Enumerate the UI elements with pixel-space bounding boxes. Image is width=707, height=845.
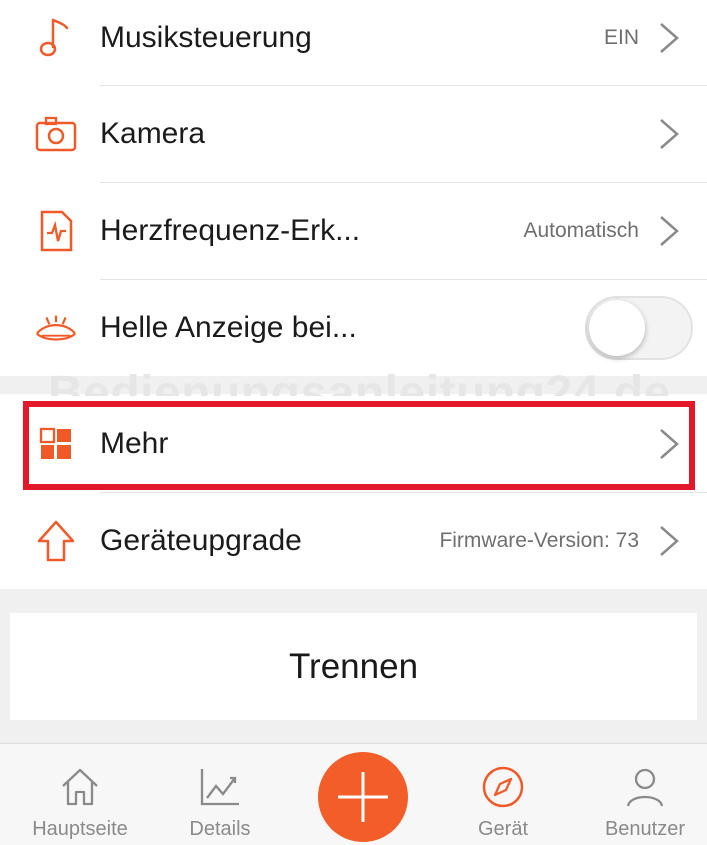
- tab-label: Benutzer: [604, 818, 686, 840]
- tab-details[interactable]: Details: [150, 744, 290, 845]
- camera-icon: [34, 112, 78, 156]
- toggle-knob: [589, 300, 645, 356]
- tab-label: Gerät: [477, 818, 529, 840]
- tab-device[interactable]: Gerät: [433, 744, 573, 845]
- upgrade-arrow-icon: [34, 519, 78, 563]
- plus-icon: [338, 772, 388, 822]
- bright-display-toggle[interactable]: [585, 296, 693, 360]
- highlight-box: [23, 401, 695, 490]
- chevron-right-icon: [660, 216, 679, 246]
- heart-rate-icon: [34, 209, 78, 253]
- tab-home[interactable]: Hauptseite: [10, 744, 150, 845]
- settings-row-bright-display[interactable]: Helle Anzeige bei...: [0, 280, 707, 376]
- music-note-icon: [34, 16, 78, 60]
- home-icon: [62, 768, 98, 806]
- row-label: Helle Anzeige bei...: [100, 311, 357, 344]
- chevron-right-icon: [660, 119, 679, 149]
- disconnect-button[interactable]: Trennen: [10, 613, 697, 720]
- row-label: Musiksteuerung: [100, 21, 312, 54]
- row-label: Herzfrequenz-Erk...: [100, 214, 361, 247]
- row-value: EIN: [603, 26, 639, 49]
- add-button[interactable]: [318, 752, 408, 842]
- chart-icon: [200, 769, 239, 806]
- raise-wrist-icon: [34, 306, 78, 350]
- compass-icon: [482, 766, 524, 808]
- row-value: Firmware-Version: 73: [439, 529, 639, 552]
- settings-row-device-upgrade[interactable]: Geräteupgrade Firmware-Version: 73: [0, 493, 707, 589]
- row-label: Kamera: [100, 117, 206, 150]
- chevron-right-icon: [660, 526, 679, 556]
- settings-row-music-control[interactable]: Musiksteuerung EIN: [0, 0, 707, 86]
- tab-user[interactable]: Benutzer: [575, 744, 707, 845]
- tab-label: Hauptseite: [32, 818, 128, 840]
- row-label: Geräteupgrade: [100, 524, 302, 557]
- settings-row-camera[interactable]: Kamera: [0, 86, 707, 182]
- tab-label: Details: [189, 818, 251, 840]
- settings-row-heart-rate[interactable]: Herzfrequenz-Erk... Automatisch: [0, 183, 707, 279]
- disconnect-label: Trennen: [288, 646, 419, 686]
- user-icon: [626, 768, 664, 807]
- row-value: Automatisch: [523, 219, 639, 242]
- chevron-right-icon: [660, 23, 679, 53]
